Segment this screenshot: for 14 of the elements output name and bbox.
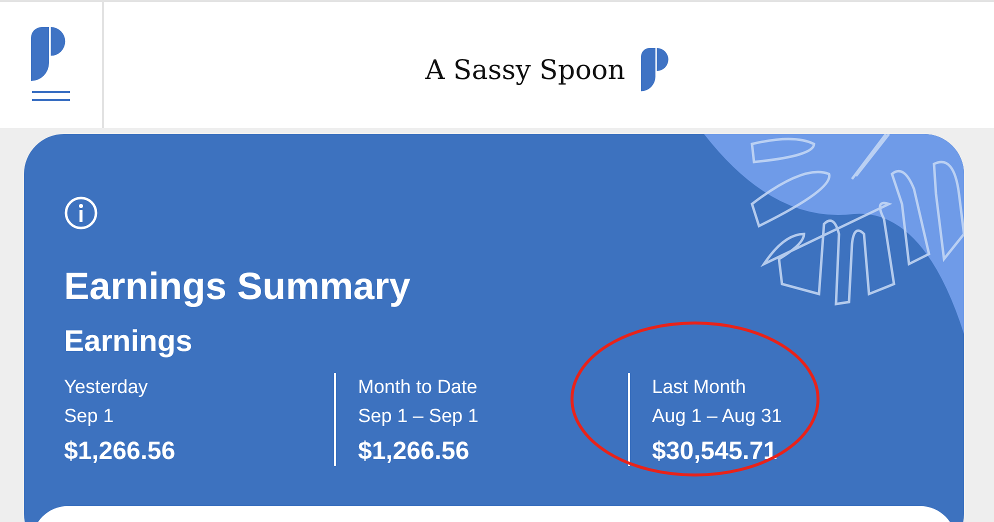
earnings-amount: $30,545.71 [652, 437, 778, 466]
date-range: Aug 1 – Aug 31 [652, 405, 783, 429]
date-range: Sep 1 [64, 405, 115, 429]
store-name: A Sassy Spoon [425, 54, 626, 86]
period-label: Last Month [652, 376, 747, 400]
period-label: Month to Date [358, 376, 478, 400]
info-icon[interactable] [64, 196, 98, 230]
period-label: Yesterday [64, 376, 149, 400]
menu-button[interactable] [32, 89, 70, 103]
earnings-amount: $1,266.56 [358, 437, 470, 466]
card-title: Earnings Summary [64, 266, 412, 309]
date-range: Sep 1 – Sep 1 [358, 405, 480, 429]
earnings-amount: $1,266.56 [64, 437, 176, 466]
section-title: Earnings [64, 325, 194, 359]
